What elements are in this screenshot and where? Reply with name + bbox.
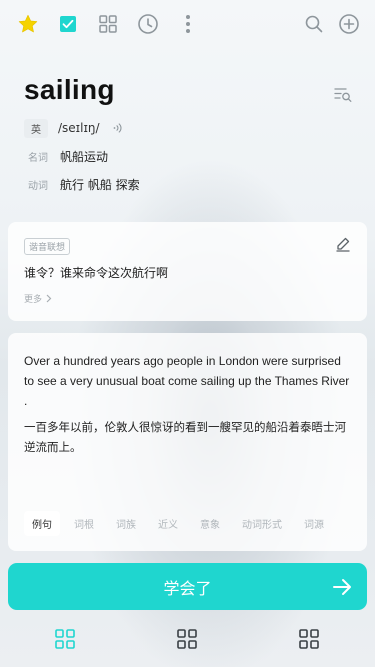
tab-verb-forms[interactable]: 动词形式 <box>234 511 290 536</box>
grid-icon[interactable] <box>298 628 320 650</box>
star-icon[interactable] <box>16 12 40 36</box>
tab-etymology[interactable]: 词源 <box>296 511 332 536</box>
part-of-speech: 动词 <box>28 181 48 192</box>
lang-tag: 英 <box>24 118 48 138</box>
tab-synonyms[interactable]: 近义 <box>150 511 186 536</box>
clock-icon[interactable] <box>136 12 160 36</box>
association-tag: 谐音联想 <box>24 238 71 255</box>
add-circle-icon[interactable] <box>337 12 361 36</box>
association-card: 谐音联想 谁令？谁来命令这次航行啊 更多 <box>8 222 367 321</box>
definition-meaning: 帆船运动 <box>60 150 109 164</box>
tab-examples[interactable]: 例句 <box>24 510 60 536</box>
grid-icon[interactable] <box>176 628 198 650</box>
more-vertical-icon[interactable] <box>176 12 200 36</box>
search-icon[interactable] <box>302 12 326 36</box>
learned-button-label: 学会了 <box>163 578 212 598</box>
arrow-right-icon <box>331 576 353 598</box>
speaker-icon[interactable] <box>112 119 124 138</box>
detail-tabs: 例句 词根 词族 近义 意象 动词形式 词源 <box>24 510 338 536</box>
definition-row: 动词 航行 帆船 探索 <box>28 176 140 193</box>
tab-imagery[interactable]: 意象 <box>192 511 228 536</box>
example-sentence-cn: 一百多年以前，伦敦人很惊讶的看到一艘罕见的船沿着泰晤士河逆流而上。 <box>24 420 346 454</box>
phonetic: /seɪlɪŋ/ <box>58 121 100 135</box>
definition-meaning: 航行 帆船 探索 <box>60 178 140 192</box>
grid-icon[interactable] <box>54 628 76 650</box>
pronunciation-row: 英 /seɪlɪŋ/ <box>24 118 124 138</box>
checkbox-icon[interactable] <box>56 12 80 36</box>
definition-row: 名词 帆船运动 <box>28 148 108 165</box>
tab-root[interactable]: 词根 <box>66 511 102 536</box>
grid-icon[interactable] <box>96 12 120 36</box>
bottom-nav <box>0 620 375 667</box>
example-sentence-en: Over a hundred years ago people in Londo… <box>24 354 350 408</box>
headword: sailing <box>24 74 115 105</box>
association-text: 谁令？谁来命令这次航行啊 <box>24 266 169 280</box>
more-link[interactable]: 更多 <box>24 292 52 305</box>
more-label: 更多 <box>24 295 43 305</box>
learned-button[interactable]: 学会了 <box>8 563 367 610</box>
edit-icon[interactable] <box>335 236 351 252</box>
part-of-speech: 名词 <box>28 153 48 164</box>
chevron-right-icon <box>46 294 52 303</box>
list-search-icon[interactable] <box>333 84 353 104</box>
tab-family[interactable]: 词族 <box>108 511 144 536</box>
example-card: Over a hundred years ago people in Londo… <box>8 333 367 551</box>
top-toolbar <box>0 0 375 48</box>
